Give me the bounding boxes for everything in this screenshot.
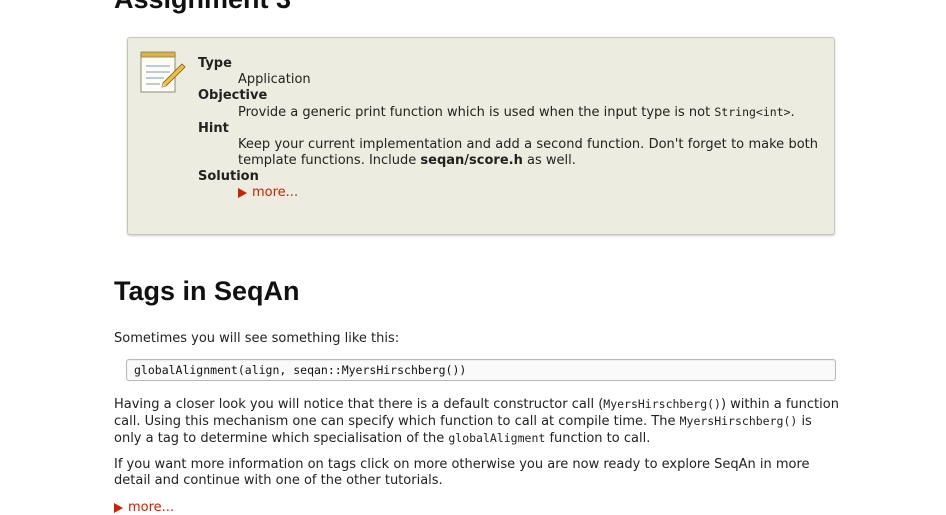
objective-code: String<int>: [714, 105, 791, 119]
hint-text: Keep your current implementation and add…: [238, 137, 818, 169]
objective-label: Objective: [198, 88, 268, 103]
objective-end: .: [790, 105, 795, 120]
hint-label: Hint: [198, 121, 229, 136]
tags-info-paragraph: If you want more information on tags cli…: [114, 457, 810, 488]
expand-triangle-icon: [114, 502, 123, 513]
p1-code2: MyersHirschberg(): [679, 414, 798, 428]
tags-more-label: more...: [128, 500, 175, 515]
solution-label: Solution: [198, 169, 259, 184]
explanation-paragraph: Having a closer look you will notice tha…: [114, 396, 842, 447]
type-label: Type: [198, 56, 232, 71]
notepad-pencil-icon: [140, 51, 186, 93]
type-value: Application: [238, 72, 311, 87]
p1-code1: MyersHirschberg(): [603, 397, 721, 411]
hint-end: as well.: [527, 153, 576, 168]
p1-d: function to call.: [549, 431, 651, 446]
expand-triangle-icon: [238, 188, 247, 198]
intro-paragraph: Sometimes you will see something like th…: [114, 331, 400, 346]
p1-code3: globalAligment: [448, 431, 546, 445]
assignment-fields: Type Application Objective Provide a gen…: [198, 56, 818, 203]
tags-more-link[interactable]: more...: [114, 500, 174, 515]
solution-more-label: more...: [252, 185, 299, 200]
p1-a: Having a closer look you will notice tha…: [114, 397, 604, 412]
objective-text-body: Provide a generic print function which i…: [238, 105, 711, 120]
solution-more-link[interactable]: more...: [238, 185, 298, 201]
section-title: Tags in SeqAn: [114, 276, 300, 306]
hint-bold: seqan/score.h: [420, 153, 523, 168]
solution-more: more...: [238, 185, 818, 203]
objective-text: Provide a generic print function which i…: [238, 104, 818, 121]
assignment-box: Type Application Objective Provide a gen…: [127, 37, 835, 235]
code-block: globalAlignment(align, seqan::MyersHirsc…: [126, 359, 836, 381]
assignment-heading: Assignment 3: [114, 0, 291, 15]
